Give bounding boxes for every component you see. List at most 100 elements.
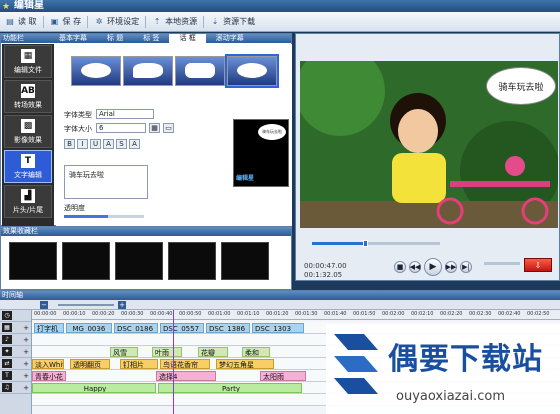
- favorite-item[interactable]: [115, 242, 163, 280]
- timeline-clip[interactable]: 花瓣: [198, 347, 228, 357]
- tab-basic-subtitle[interactable]: 基本字幕: [49, 34, 97, 43]
- tab-label[interactable]: 标 签: [133, 34, 169, 43]
- subtitle-track-icon: T: [2, 371, 12, 380]
- font-color-button[interactable]: A: [103, 139, 114, 149]
- next-button[interactable]: ▶▶: [445, 261, 457, 273]
- open-button[interactable]: ▤ 读 取: [0, 14, 42, 30]
- seek-bar[interactable]: [312, 240, 440, 247]
- timeline-clip[interactable]: 叶雨: [152, 347, 182, 357]
- timeline-clip[interactable]: 钉相片: [120, 359, 158, 369]
- add-icon[interactable]: +: [23, 384, 29, 392]
- save-button[interactable]: ▣ 保 存: [45, 14, 87, 30]
- nav-effects[interactable]: ▩ 影像效果: [4, 115, 52, 148]
- transition-track-icon: ⇄: [2, 359, 12, 368]
- add-icon[interactable]: +: [23, 324, 29, 332]
- zoom-slider[interactable]: [58, 304, 114, 306]
- add-icon[interactable]: +: [23, 372, 29, 380]
- timeline-clip[interactable]: DSC_0186: [114, 323, 158, 333]
- nav-transition[interactable]: AB 转场效果: [4, 80, 52, 113]
- favorites-panel: 效果收藏栏: [0, 226, 292, 290]
- prev-button[interactable]: ◀◀: [409, 261, 421, 273]
- tab-speech-bubble[interactable]: 话 框: [169, 34, 206, 43]
- track-header-audio[interactable]: ♪ +: [0, 334, 31, 346]
- timeline-clip[interactable]: DSC_0557: [160, 323, 204, 333]
- bubble-icon: ▭: [165, 124, 172, 132]
- nav-edit-file[interactable]: ▦ 编辑文件: [4, 45, 52, 78]
- outline-button[interactable]: A: [129, 139, 140, 149]
- settings-button[interactable]: ✲ 环境设定: [89, 14, 144, 30]
- bubble-style-list: [71, 54, 279, 88]
- favorite-item[interactable]: [168, 242, 216, 280]
- timeline-clip[interactable]: DSC_1303: [252, 323, 304, 333]
- playhead[interactable]: [173, 310, 174, 414]
- volume-slider[interactable]: [484, 262, 520, 265]
- timeline-clip[interactable]: 青春小花: [32, 371, 66, 381]
- nav-credits[interactable]: ▟ 片头/片尾: [4, 185, 52, 218]
- speech-bubble-overlay[interactable]: 骑车玩去啦: [486, 67, 556, 105]
- export-button[interactable]: ⇩: [524, 258, 552, 272]
- font-size-select[interactable]: 6: [96, 123, 146, 133]
- import-button[interactable]: ⇡ 本地资源: [147, 14, 202, 30]
- add-icon[interactable]: +: [23, 360, 29, 368]
- ruler-tick-label: 00:02:30: [469, 311, 492, 317]
- bubble-color-button[interactable]: ▭: [163, 123, 174, 133]
- zoom-in-button[interactable]: +: [118, 301, 126, 309]
- timeline-clip[interactable]: 风雪: [110, 347, 138, 357]
- shadow-button[interactable]: S: [116, 139, 127, 149]
- track-header-subtitle[interactable]: T +: [0, 370, 31, 382]
- italic-button[interactable]: I: [77, 139, 88, 149]
- timeline-clip[interactable]: Happy: [32, 383, 156, 393]
- download-button[interactable]: ⇣ 资源下载: [205, 14, 260, 30]
- timeline-clip[interactable]: Party: [158, 383, 302, 393]
- time-ruler[interactable]: 00:00:00 00:00:10 00:00:20 00:00:30 00:00:40…: [32, 310, 560, 320]
- end-button[interactable]: ▶|: [460, 261, 472, 273]
- zoom-out-button[interactable]: −: [40, 301, 48, 309]
- bold-button[interactable]: B: [64, 139, 75, 149]
- bubble-style-thumb[interactable]: [71, 56, 121, 86]
- tab-title[interactable]: 标 题: [97, 34, 133, 43]
- favorite-item[interactable]: [9, 242, 57, 280]
- timeline-clip[interactable]: 太阳雨: [260, 371, 306, 381]
- ruler-tick-label: 00:02:00: [382, 311, 405, 317]
- stop-icon: ■: [396, 263, 404, 271]
- track-header-effect[interactable]: ✦ +: [0, 346, 31, 358]
- ruler-tick-label: 00:01:20: [266, 311, 289, 317]
- import-icon: ⇡: [153, 17, 161, 26]
- timeline-clip[interactable]: _MG_0036: [66, 323, 112, 333]
- favorite-item[interactable]: [221, 242, 269, 280]
- play-button[interactable]: ▶: [424, 258, 442, 276]
- bubble-style-thumb[interactable]: [123, 56, 173, 86]
- seek-handle[interactable]: [362, 240, 368, 247]
- font-type-select[interactable]: Arial: [96, 109, 154, 119]
- timeline-clip[interactable]: 柔和: [242, 347, 270, 357]
- ruler-tick-label: 00:00:10: [63, 311, 86, 317]
- tab-scroll-subtitle[interactable]: 滚动字幕: [206, 34, 254, 43]
- function-panel: 功能栏 基本字幕 标 题 标 签 话 框 滚动字幕 ▦ 编辑文件 AB 转场效果 ▩…: [0, 33, 292, 226]
- underline-button[interactable]: U: [90, 139, 101, 149]
- color-picker-button[interactable]: ▦: [149, 123, 160, 133]
- function-panel-title: 功能栏 基本字幕 标 题 标 签 话 框 滚动字幕: [1, 34, 291, 43]
- timeline-title: 时间轴: [0, 291, 560, 300]
- add-icon[interactable]: +: [23, 336, 29, 344]
- timeline-clip[interactable]: 淡入White: [32, 359, 64, 369]
- add-icon[interactable]: +: [23, 348, 29, 356]
- bubble-style-thumb[interactable]: [175, 56, 225, 86]
- timeline-clip[interactable]: DSC_1386: [206, 323, 250, 333]
- ruler-tick-label: 00:00:30: [121, 311, 144, 317]
- track-header-transition[interactable]: ⇄ +: [0, 358, 31, 370]
- timeline-clip[interactable]: 透明翻页: [70, 359, 110, 369]
- opacity-slider[interactable]: [64, 215, 144, 218]
- timeline-clip[interactable]: 鸟语花香帘: [160, 359, 210, 369]
- bubble-style-thumb-selected[interactable]: [225, 54, 279, 88]
- nav-text-edit[interactable]: T 文字编辑: [4, 150, 52, 183]
- timeline-clip[interactable]: 选择4: [156, 371, 216, 381]
- timeline-clip[interactable]: 打字机: [34, 323, 64, 333]
- track-header-music[interactable]: ♫ +: [0, 382, 31, 394]
- timeline-clip[interactable]: 梦幻五角星: [216, 359, 274, 369]
- favorite-item[interactable]: [62, 242, 110, 280]
- ruler-tick-label: 00:00:50: [179, 311, 202, 317]
- open-icon: ▤: [6, 17, 14, 26]
- track-header-video[interactable]: ▦ +: [0, 322, 31, 334]
- subtitle-text-input[interactable]: 骑车玩去啦: [64, 165, 148, 199]
- stop-button[interactable]: ■: [394, 261, 406, 273]
